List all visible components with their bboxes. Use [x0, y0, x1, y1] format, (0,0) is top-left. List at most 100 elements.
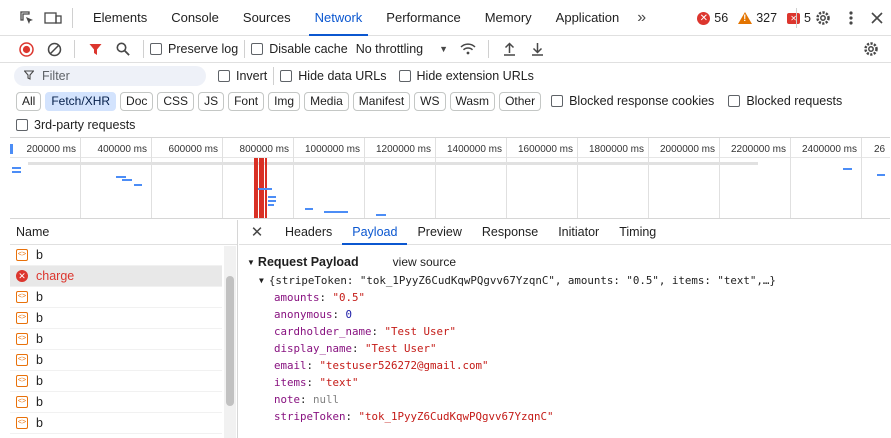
payload-field[interactable]: amounts: "0.5" [274, 289, 891, 306]
timeline-bar [116, 176, 126, 178]
chip-manifest[interactable]: Manifest [352, 91, 411, 111]
hide-extension-urls-checkbox[interactable]: Hide extension URLs [398, 69, 534, 83]
chip-font[interactable]: Font [228, 91, 265, 111]
chevron-down-icon: ▼ [439, 44, 449, 54]
resource-type-filters: All Fetch/XHR Doc CSS JS Font Img Media … [0, 89, 891, 113]
tab-headers[interactable]: Headers [275, 220, 342, 245]
payload-field[interactable]: display_name: "Test User" [274, 340, 891, 357]
close-devtools-icon[interactable] [871, 12, 883, 24]
more-tabs-icon[interactable]: » [631, 9, 652, 27]
tab-payload[interactable]: Payload [342, 220, 408, 245]
chip-css[interactable]: CSS [157, 91, 195, 111]
timeline-range-bar [28, 162, 758, 165]
clear-button[interactable] [40, 36, 68, 63]
device-toolbar-icon[interactable] [42, 7, 64, 29]
preserve-log-label: Preserve log [168, 42, 239, 56]
request-row[interactable]: <> b [10, 329, 222, 350]
kebab-menu-icon[interactable] [849, 10, 853, 26]
chip-ws[interactable]: WS [414, 91, 446, 111]
timeline-bar [12, 167, 21, 169]
invert-checkbox[interactable]: Invert [218, 69, 267, 83]
divider [796, 8, 797, 28]
divider [74, 40, 75, 58]
timeline-tick: 26 [874, 144, 886, 155]
xhr-icon: <> [16, 375, 28, 387]
request-row[interactable]: <> b [10, 245, 222, 266]
request-row-selected[interactable]: ✕ charge [10, 266, 222, 287]
export-har-button[interactable] [523, 36, 551, 63]
tab-initiator[interactable]: Initiator [548, 220, 609, 245]
scrollbar-thumb[interactable] [226, 276, 234, 406]
disable-cache-checkbox[interactable]: Disable cache [251, 42, 348, 56]
preserve-log-checkbox[interactable]: Preserve log [150, 42, 238, 56]
request-row[interactable]: <> b [10, 392, 222, 413]
timeline-bar [258, 188, 272, 190]
chip-fetch-xhr[interactable]: Fetch/XHR [45, 91, 117, 111]
payload-field[interactable]: cardholder_name: "Test User" [274, 323, 891, 340]
request-row[interactable]: <> b [10, 371, 222, 392]
payload-field[interactable]: email: "testuser526272@gmail.com" [274, 357, 891, 374]
network-overview-timeline[interactable]: 200000 ms 400000 ms 600000 ms 800000 ms … [10, 137, 890, 219]
timeline-bar [134, 184, 142, 186]
blocked-response-cookies-label: Blocked response cookies [569, 94, 715, 108]
tab-response[interactable]: Response [472, 220, 548, 245]
tab-timing[interactable]: Timing [609, 220, 666, 245]
request-row[interactable]: <> b [10, 350, 222, 371]
hide-data-urls-checkbox[interactable]: Hide data URLs [280, 69, 387, 83]
tab-application[interactable]: Application [544, 0, 632, 36]
settings-gear-icon[interactable] [815, 10, 831, 26]
issue-counters[interactable]: ✕ 56 ! 327 ✕ 5 [697, 0, 811, 36]
tab-preview[interactable]: Preview [407, 220, 471, 245]
blocked-response-cookies-checkbox[interactable]: Blocked response cookies [551, 94, 714, 108]
throttling-select[interactable]: No throttling ▼ [356, 42, 448, 56]
request-row[interactable]: <> b [10, 308, 222, 329]
filter-toggle-button[interactable] [81, 36, 109, 63]
payload-object-summary[interactable]: ▼ {stripeToken: "tok_1PyyZ6CudKqwPQgvv67… [259, 271, 891, 289]
chip-all[interactable]: All [16, 91, 42, 111]
payload-field[interactable]: stripeToken: "tok_1PyyZ6CudKqwPQgvv67Yzq… [274, 408, 891, 425]
search-button[interactable] [109, 36, 137, 63]
warning-icon: ! [738, 12, 753, 24]
divider [244, 40, 246, 58]
timeline-tick: 1800000 ms [578, 138, 649, 218]
chip-js[interactable]: JS [198, 91, 225, 111]
request-row[interactable]: <> b [10, 287, 222, 308]
network-settings-button[interactable] [857, 36, 885, 63]
chip-doc[interactable]: Doc [120, 91, 154, 111]
view-source-link[interactable]: view source [393, 255, 456, 269]
tab-console[interactable]: Console [159, 0, 231, 36]
timeline-tick: 400000 ms [81, 138, 152, 218]
request-details: ✕ Headers Payload Preview Response Initi… [239, 220, 891, 438]
chip-media[interactable]: Media [304, 91, 349, 111]
import-har-button[interactable] [495, 36, 523, 63]
request-payload-section[interactable]: ▼ Request Payload view source [247, 253, 891, 271]
chip-img[interactable]: Img [268, 91, 301, 111]
record-stop-button[interactable] [12, 36, 40, 63]
network-conditions-button[interactable] [454, 36, 482, 63]
request-row[interactable]: <> b [10, 413, 222, 434]
filter-input[interactable]: Filter [14, 66, 206, 86]
xhr-icon: <> [16, 333, 28, 345]
xhr-icon: <> [16, 291, 28, 303]
payload-field[interactable]: anonymous: 0 [274, 306, 891, 323]
chip-wasm[interactable]: Wasm [449, 91, 496, 111]
request-list-scrollbar[interactable] [224, 246, 236, 438]
tab-memory[interactable]: Memory [473, 0, 544, 36]
payload-field[interactable]: note: null [274, 391, 891, 408]
tab-sources[interactable]: Sources [231, 0, 303, 36]
timeline-tick: 1000000 ms [294, 138, 365, 218]
inspect-element-icon[interactable] [16, 7, 38, 29]
xhr-icon: <> [16, 312, 28, 324]
tab-network[interactable]: Network [303, 0, 375, 36]
name-column-header[interactable]: Name [10, 220, 237, 245]
blocked-requests-checkbox[interactable]: Blocked requests [728, 94, 842, 108]
timeline-tick: 1600000 ms [507, 138, 578, 218]
payload-field[interactable]: items: "text" [274, 374, 891, 391]
timeline-tick: 2000000 ms [649, 138, 720, 218]
third-party-requests-checkbox[interactable]: 3rd-party requests [16, 118, 135, 132]
xhr-icon: <> [16, 354, 28, 366]
tab-performance[interactable]: Performance [374, 0, 472, 36]
close-details-icon[interactable]: ✕ [239, 223, 275, 241]
tab-elements[interactable]: Elements [81, 0, 159, 36]
chip-other[interactable]: Other [499, 91, 542, 111]
